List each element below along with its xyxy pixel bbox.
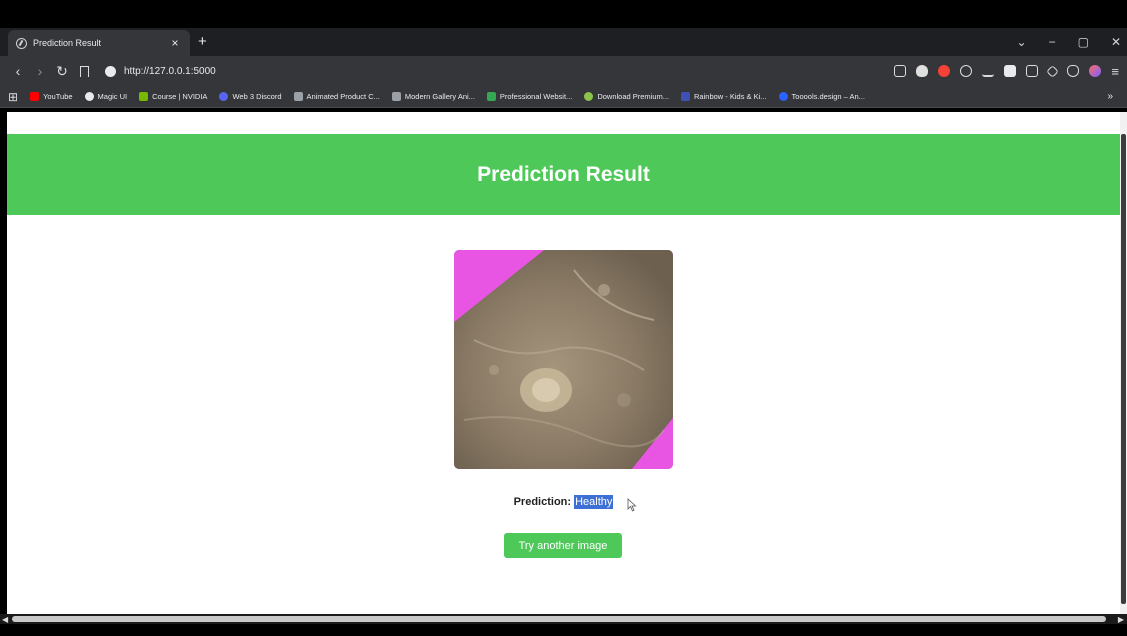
prediction-label: Prediction: [513,496,572,508]
address-bar[interactable]: http://127.0.0.1:5000 [124,66,216,77]
bookmarks-bar: ⊞ YouTube Magic UI Course | NVIDIA Web 3… [0,86,1127,108]
forward-icon[interactable]: › [30,63,50,79]
bookmark-icon[interactable] [80,65,89,77]
window-close-icon[interactable]: ✕ [1111,35,1121,49]
page-viewport: Prediction Result Prediction: Healthy Tr… [7,112,1120,614]
vpn-icon[interactable] [1067,65,1080,77]
bookmark-rainbow[interactable]: Rainbow - Kids & Ki... [681,92,767,101]
back-icon[interactable]: ‹ [8,63,28,79]
try-another-image-button[interactable]: Try another image [504,533,622,558]
bookmark-modern-gallery[interactable]: Modern Gallery Ani... [391,92,475,101]
leo-icon[interactable] [1046,64,1060,78]
screenshot-icon[interactable] [1026,65,1039,77]
leaf-photo [454,250,673,469]
window-controls: ⌄ − ▢ ✕ [1017,28,1121,56]
prediction-value: Healthy [574,495,614,509]
tab-strip: Prediction Result × + ⌄ − ▢ ✕ [0,28,1127,56]
bookmark-magic-ui[interactable]: Magic UI [84,92,127,101]
page-title: Prediction Result [477,162,650,186]
bookmark-nvidia[interactable]: Course | NVIDIA [139,92,207,101]
download-icon[interactable] [982,65,995,77]
tab-close-icon[interactable]: × [168,36,182,50]
site-info-icon[interactable] [105,65,116,77]
scroll-left-icon[interactable]: ◀ [2,615,8,624]
rainbow-icon [681,92,691,101]
youtube-icon [30,92,40,101]
screen-bottom-border [0,624,1127,636]
site-icon [486,92,496,101]
vertical-scrollbar-thumb[interactable] [1121,134,1126,604]
minimize-icon[interactable]: − [1049,35,1056,49]
extensions-icon[interactable] [960,65,973,77]
nvidia-icon [139,92,149,101]
bookmark-professional-website[interactable]: Professional Websit... [486,92,572,101]
tab-title: Prediction Result [33,38,102,48]
tab-prediction-result[interactable]: Prediction Result × [8,30,190,56]
bookmark-youtube[interactable]: YouTube [30,92,73,101]
bookmark-download-premium[interactable]: Download Premium... [584,92,669,101]
discord-icon [219,92,229,101]
browser-toolbar: ‹ › ↻ http://127.0.0.1:5000 ≡ [0,56,1127,86]
extensions-area: ≡ [894,56,1119,86]
bookmark-animated-product[interactable]: Animated Product C... [293,92,380,101]
mouse-cursor-icon [627,498,637,512]
codepen-icon [391,92,401,101]
page-header: Prediction Result [7,134,1120,215]
bookmarks-overflow-icon[interactable]: » [1107,86,1113,107]
new-tab-button[interactable]: + [198,30,207,56]
brave-shield-icon[interactable] [916,65,929,77]
codepen-icon [293,92,303,101]
magic-ui-icon [84,92,94,101]
vertical-scrollbar[interactable] [1120,112,1127,614]
rewards-icon[interactable] [938,65,951,77]
horizontal-scrollbar-thumb[interactable] [12,616,1106,622]
restore-icon[interactable]: ▢ [1078,35,1089,49]
bookmark-tooools-design[interactable]: Tooools.design – An... [778,92,865,101]
tooools-icon [778,92,788,101]
screen-top-border [0,0,1127,28]
leaf-icon [584,92,594,101]
share-icon[interactable] [894,65,907,77]
wallet-icon[interactable] [1089,65,1102,77]
reload-icon[interactable]: ↻ [52,63,72,80]
uploaded-image [454,250,673,469]
globe-icon [16,37,27,49]
bookmark-web3-discord[interactable]: Web 3 Discord [219,92,282,101]
menu-icon[interactable]: ≡ [1111,64,1119,79]
sidebar-icon[interactable] [1004,65,1017,77]
prediction-result: Prediction: Healthy [7,495,1120,509]
tab-search-icon[interactable]: ⌄ [1017,35,1027,49]
scroll-right-icon[interactable]: ▶ [1118,615,1124,624]
apps-grid-icon[interactable]: ⊞ [8,90,18,104]
horizontal-scrollbar[interactable]: ◀ ▶ [0,614,1127,624]
